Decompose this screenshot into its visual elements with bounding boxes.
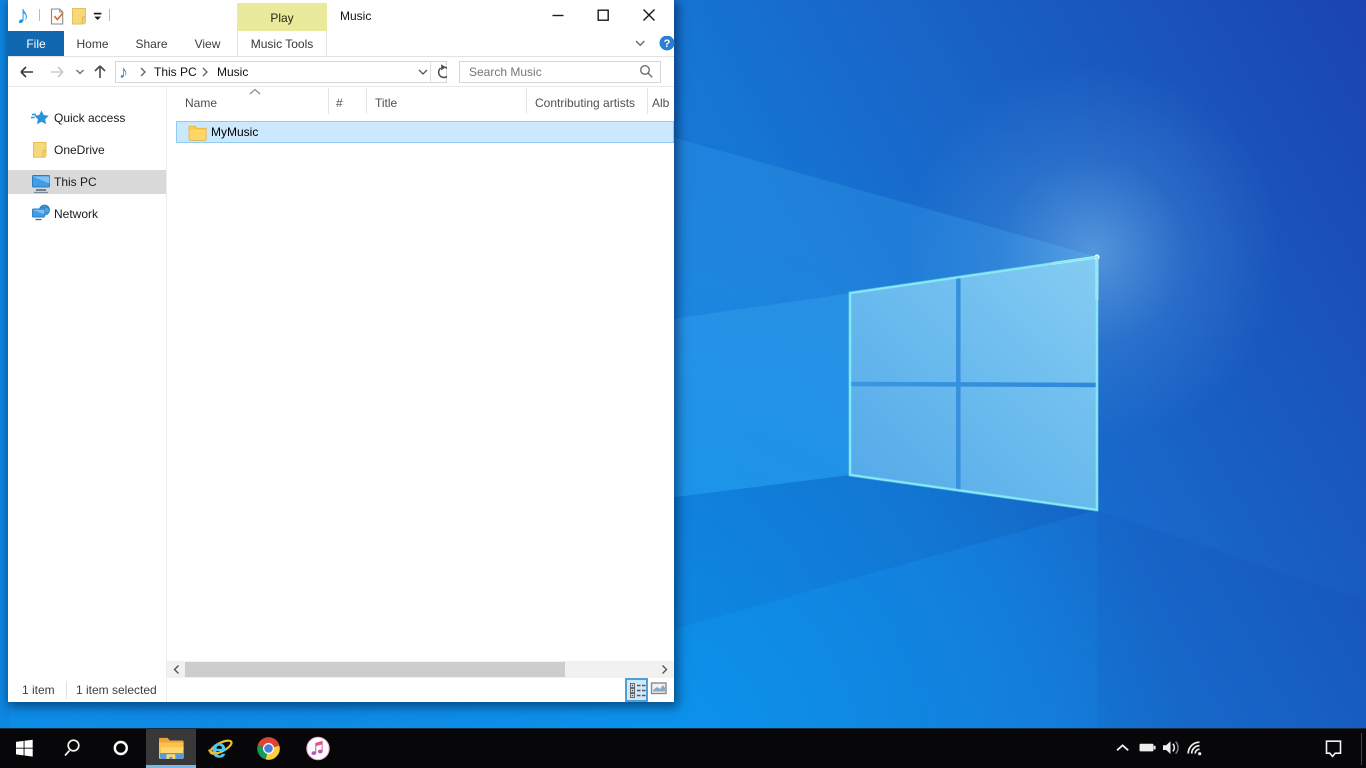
svg-text:♪: ♪ xyxy=(119,62,128,82)
svg-text:♪: ♪ xyxy=(17,0,30,30)
svg-text:e: e xyxy=(212,734,227,764)
svg-text:?: ? xyxy=(664,38,671,50)
